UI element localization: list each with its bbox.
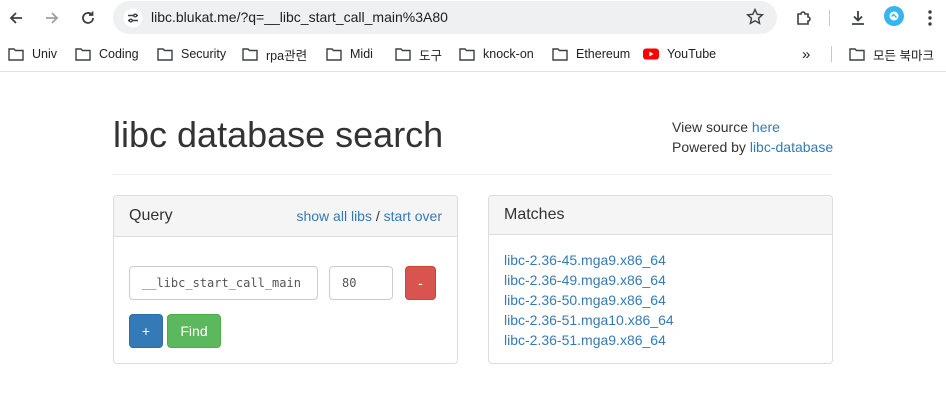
page-title: libc database search	[113, 114, 444, 155]
menu-button[interactable]	[918, 6, 942, 30]
show-all-libs-link[interactable]: show all libs	[296, 208, 371, 224]
bookmark-ethereum[interactable]: Ethereum	[552, 45, 630, 63]
profile-avatar[interactable]	[884, 6, 904, 26]
bookmark-label: Midi	[350, 47, 373, 61]
matches-panel-heading: Matches	[489, 196, 832, 235]
bookmark-star-icon[interactable]	[745, 7, 765, 27]
bookmark-security[interactable]: Security	[157, 45, 226, 63]
downloads-button[interactable]	[846, 6, 870, 30]
query-links: show all libs / start over	[296, 208, 442, 224]
match-link[interactable]: libc-2.36-45.mga9.x86_64	[504, 250, 674, 270]
bookmark-label: knock-on	[483, 47, 534, 61]
profile-icon	[889, 11, 899, 21]
bookmark-label: rpa관련	[266, 48, 308, 63]
forward-button[interactable]	[40, 6, 64, 30]
folder-icon	[326, 48, 342, 61]
url-text[interactable]: libc.blukat.me/?q=__libc_start_call_main…	[151, 9, 448, 25]
bookmark-label: Univ	[32, 47, 58, 61]
bookmark-youtube[interactable]: YouTube	[643, 45, 716, 63]
site-settings-icon[interactable]	[123, 8, 143, 28]
header-links: View source here Powered by libc-databas…	[672, 117, 833, 157]
start-over-link[interactable]: start over	[384, 208, 442, 224]
chevron-double-right-icon: »	[802, 45, 811, 63]
bookmark-label: YouTube	[667, 47, 717, 61]
folder-icon	[459, 48, 475, 61]
browser-toolbar: libc.blukat.me/?q=__libc_start_call_main…	[0, 0, 946, 36]
address-bar[interactable]: libc.blukat.me/?q=__libc_start_call_main…	[113, 1, 777, 34]
powered-by-prefix: Powered by	[672, 139, 746, 155]
symbol-input[interactable]: __libc_start_call_main	[129, 266, 318, 300]
arrow-right-icon	[46, 12, 59, 24]
link-separator: /	[375, 208, 380, 224]
extensions-button[interactable]	[792, 6, 816, 30]
header-divider	[113, 174, 832, 175]
bookmark-label: 도구	[419, 48, 443, 63]
match-link[interactable]: libc-2.36-51.mga9.x86_64	[504, 330, 674, 350]
bookmark-coding[interactable]: Coding	[75, 45, 139, 63]
folder-icon	[242, 48, 258, 61]
matches-heading: Matches	[504, 206, 565, 223]
kebab-menu-icon	[928, 10, 932, 26]
match-link[interactable]: libc-2.36-50.mga9.x86_64	[504, 290, 674, 310]
bookmark-tools[interactable]: 도구	[395, 45, 442, 63]
query-panel: Query show all libs / start over __libc_…	[113, 195, 458, 364]
bookmarks-bar: Univ Coding Security rpa관련 Midi 도구 knock…	[0, 36, 946, 72]
toolbar-divider	[829, 10, 830, 26]
bookmarks-overflow-button[interactable]: »	[802, 45, 810, 63]
view-source-line: View source here	[672, 117, 833, 137]
bookmark-label: Coding	[99, 47, 139, 61]
folder-icon	[8, 48, 24, 61]
folder-icon	[157, 48, 173, 61]
download-icon	[852, 11, 864, 25]
matches-list: libc-2.36-45.mga9.x86_64 libc-2.36-49.mg…	[504, 250, 674, 350]
all-bookmarks-button[interactable]: 모든 북마크	[849, 45, 934, 63]
bookmark-label: Ethereum	[576, 47, 631, 61]
matches-panel: Matches libc-2.36-45.mga9.x86_64 libc-2.…	[488, 195, 833, 364]
folder-icon	[552, 48, 568, 61]
find-button[interactable]: Find	[167, 314, 221, 348]
bookmark-label: 모든 북마크	[873, 48, 934, 63]
remove-row-button[interactable]: -	[405, 266, 436, 300]
folder-icon	[849, 48, 865, 61]
powered-by-line: Powered by libc-database	[672, 137, 833, 157]
query-panel-heading: Query show all libs / start over	[114, 196, 457, 237]
view-source-prefix: View source	[672, 119, 749, 135]
bookmark-label: Security	[181, 47, 227, 61]
arrow-left-icon	[9, 12, 22, 24]
libc-database-link[interactable]: libc-database	[750, 139, 833, 155]
bookmark-rpa[interactable]: rpa관련	[242, 45, 307, 63]
puzzle-icon	[797, 11, 811, 25]
bookmark-univ[interactable]: Univ	[8, 45, 57, 63]
view-source-link[interactable]: here	[752, 119, 780, 135]
folder-icon	[395, 48, 411, 61]
reload-button[interactable]	[76, 6, 100, 30]
youtube-icon	[643, 48, 659, 60]
query-heading: Query	[129, 207, 173, 224]
bookmark-knock-on[interactable]: knock-on	[459, 45, 534, 63]
match-link[interactable]: libc-2.36-51.mga10.x86_64	[504, 310, 674, 330]
add-row-button[interactable]: +	[129, 314, 163, 348]
back-button[interactable]	[4, 6, 28, 30]
bookmark-midi[interactable]: Midi	[326, 45, 373, 63]
offset-input[interactable]: 80	[329, 266, 393, 300]
bookmarks-divider	[831, 46, 832, 62]
folder-icon	[75, 48, 91, 61]
reload-icon	[82, 11, 94, 24]
match-link[interactable]: libc-2.36-49.mga9.x86_64	[504, 270, 674, 290]
